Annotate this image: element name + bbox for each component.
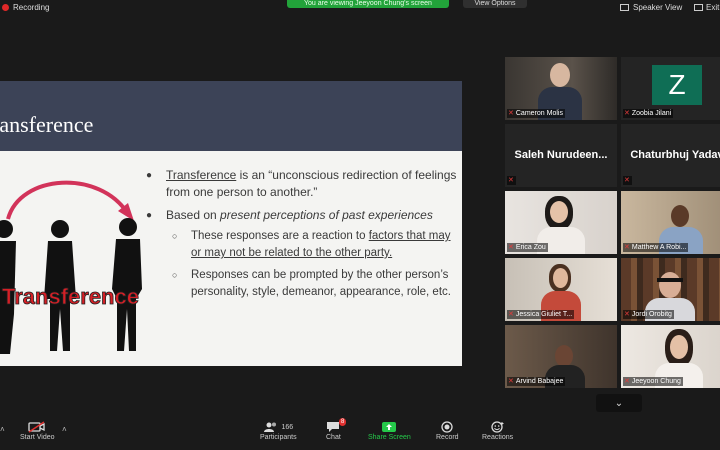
- mic-muted-icon: ✕: [624, 378, 630, 385]
- share-screen-icon: [381, 420, 397, 434]
- speaker-view-icon: [620, 3, 629, 11]
- bullet-2: Based on present perceptions of past exp…: [146, 207, 462, 301]
- mic-muted-icon: ✕: [624, 177, 630, 184]
- shared-screen: ransference Transference Transference is…: [0, 81, 462, 366]
- record-button[interactable]: Record: [436, 420, 459, 441]
- transference-illustration: Transference: [0, 180, 142, 354]
- arrow-icon: [6, 180, 130, 220]
- speaker-view-button[interactable]: Speaker View: [620, 0, 682, 14]
- mic-muted-icon: ✕: [624, 311, 630, 318]
- reactions-label: Reactions: [482, 434, 514, 441]
- mic-muted-icon: ✕: [624, 244, 630, 251]
- recording-indicator[interactable]: Recording: [0, 0, 49, 14]
- record-icon: [441, 420, 453, 434]
- avatar: Z: [652, 65, 702, 105]
- mic-muted-icon: ✕: [508, 378, 514, 385]
- participants-count: 166: [281, 423, 294, 431]
- start-video-label: Start Video: [20, 434, 55, 441]
- chevron-up-icon: ˄: [62, 425, 67, 434]
- participant-name: ✕ Arvind Babajee: [507, 377, 566, 386]
- participant-name: ✕ Jessica Giuliet T...: [507, 310, 575, 319]
- chevron-down-icon: ⌄: [614, 397, 624, 409]
- mic-muted-icon: ✕: [508, 244, 514, 251]
- participant-tile[interactable]: ✕ Jessica Giuliet T...: [505, 258, 617, 321]
- reactions-icon: [490, 420, 505, 434]
- participant-mic-status: ✕: [507, 176, 516, 185]
- participant-tile[interactable]: ✕ Arvind Babajee: [505, 325, 617, 388]
- share-screen-label: Share Screen: [368, 434, 411, 441]
- share-screen-button[interactable]: Share Screen: [368, 420, 411, 441]
- participant-tile[interactable]: ✕ Cameron Molis: [505, 57, 617, 120]
- slide-bullets: Transference is an “unconscious redirect…: [146, 167, 462, 307]
- participant-name: ✕ Jeeyoon Chung: [623, 377, 683, 386]
- participant-name: Chaturbhuj Yadav: [630, 149, 720, 161]
- chat-button[interactable]: 8 Chat: [326, 418, 347, 441]
- chevron-up-icon: ˄: [0, 425, 5, 434]
- record-dot-icon: [2, 3, 9, 11]
- slide-header: ransference: [0, 81, 462, 151]
- participant-name: ✕ Zoobia Jilani: [623, 109, 674, 118]
- chat-icon: 8: [326, 418, 347, 434]
- participant-mic-status: ✕: [623, 176, 632, 185]
- participant-tile[interactable]: Z ✕ Zoobia Jilani: [621, 57, 720, 120]
- slide-title: ransference: [0, 112, 94, 137]
- participant-name: ✕ Cameron Molis: [507, 109, 565, 118]
- view-options-button[interactable]: View Options: [463, 0, 527, 8]
- participants-button[interactable]: 166 Participants: [260, 420, 297, 441]
- participant-name: ✕ Matthew A Robi...: [623, 243, 689, 252]
- participant-name: ✕ Jordi Orobitg: [623, 310, 674, 319]
- start-video-button[interactable]: Start Video: [20, 420, 55, 441]
- participant-name: Saleh Nurudeen...: [514, 149, 608, 161]
- participants-label: Participants: [260, 434, 297, 441]
- mic-muted-icon: ✕: [508, 110, 514, 117]
- mic-muted-icon: ✕: [508, 311, 514, 318]
- participant-tile[interactable]: Saleh Nurudeen... ✕: [505, 124, 617, 187]
- figure-word: Transference: [2, 284, 139, 309]
- gallery-next-page-button[interactable]: ⌄: [596, 394, 642, 412]
- chat-label: Chat: [326, 434, 341, 441]
- reactions-button[interactable]: Reactions: [482, 420, 513, 441]
- viewing-banner: You are viewing Jeeyoon Chung's screen: [287, 0, 449, 8]
- participant-tile[interactable]: ✕ Jordi Orobitg: [621, 258, 720, 321]
- sub-bullet-2: Responses can be prompted by the other p…: [146, 267, 462, 301]
- participants-icon: 166: [263, 420, 293, 434]
- speaker-view-label: Speaker View: [633, 2, 683, 12]
- bullet-1: Transference is an “unconscious redirect…: [146, 167, 462, 201]
- record-label: Record: [436, 434, 459, 441]
- participant-tile[interactable]: ✕ Jeeyoon Chung: [621, 325, 720, 388]
- participant-tile[interactable]: Chaturbhuj Yadav ✕: [621, 124, 720, 187]
- participant-tile[interactable]: ✕ Matthew A Robi...: [621, 191, 720, 254]
- exit-label: Exit: [706, 2, 720, 12]
- mic-muted-icon: ✕: [624, 110, 630, 117]
- participant-tile-active-speaker[interactable]: ✕ Erica Zou: [505, 191, 617, 254]
- audio-options-caret[interactable]: ˄: [0, 425, 5, 434]
- video-off-icon: [28, 420, 46, 434]
- exit-fullscreen-button[interactable]: Exit: [694, 0, 719, 14]
- participant-name: ✕ Erica Zou: [507, 243, 548, 252]
- recording-label: Recording: [13, 2, 50, 12]
- meeting-toolbar: [0, 418, 720, 450]
- sub-bullet-1: These responses are a reaction to factor…: [146, 228, 462, 262]
- exit-fullscreen-icon: [694, 3, 703, 11]
- video-options-caret[interactable]: ˄: [62, 425, 67, 434]
- mic-muted-icon: ✕: [508, 177, 514, 184]
